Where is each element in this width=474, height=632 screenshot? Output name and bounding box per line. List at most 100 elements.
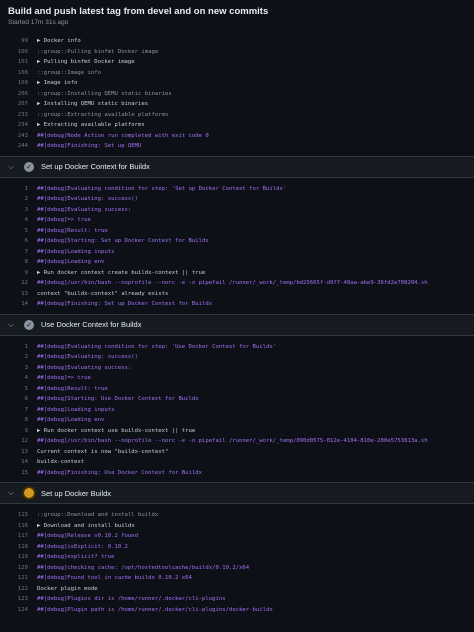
line-number[interactable]: 14 (0, 299, 37, 310)
line-number[interactable]: 108 (0, 68, 37, 79)
line-number[interactable]: 3 (0, 363, 37, 374)
line-number[interactable]: 9 (0, 268, 37, 279)
log-text: buildx-context (37, 459, 85, 465)
line-number[interactable]: 15 (0, 468, 37, 479)
log-line: 14 buildx-context (0, 457, 474, 468)
log-text: ##[debug]Loading env (37, 417, 105, 423)
line-number[interactable]: 120 (0, 563, 37, 574)
log-text[interactable]: ▶ Extracting available platforms (37, 120, 145, 131)
line-number[interactable]: 1 (0, 342, 37, 353)
log-text[interactable]: ▶ Pulling binfmt Docker image (37, 57, 135, 68)
line-number[interactable]: 109 (0, 78, 37, 89)
log-text[interactable]: ▶ Docker info (37, 36, 81, 47)
log-text: ##[debug]isExplicit: 0.10.2 (37, 543, 128, 550)
line-number[interactable]: 7 (0, 247, 37, 258)
log-line: 8 ##[debug]Loading env (0, 257, 474, 268)
log-text: ##[debug]Node Action run completed with … (37, 132, 209, 139)
line-number[interactable]: 9 (0, 426, 37, 437)
line-number[interactable]: 115 (0, 510, 37, 521)
line-number[interactable]: 8 (0, 415, 37, 426)
log-text: Docker plugin mode (37, 585, 98, 592)
line-number[interactable]: 3 (0, 205, 37, 216)
chevron-down-icon[interactable]: ⌵ (8, 162, 18, 172)
line-number[interactable]: 207 (0, 99, 37, 110)
step-header[interactable]: ⌵ Set up Docker Buildx (0, 482, 474, 504)
check-circle-icon: ✓ (24, 319, 34, 330)
line-number[interactable]: 122 (0, 584, 37, 595)
line-number[interactable]: 119 (0, 552, 37, 563)
line-number[interactable]: 2 (0, 352, 37, 363)
log-line: 120 ##[debug]checking cache: /opt/hosted… (0, 563, 474, 574)
line-number[interactable]: 117 (0, 531, 37, 542)
line-number[interactable]: 6 (0, 236, 37, 247)
line-number[interactable]: 5 (0, 226, 37, 237)
line-number[interactable]: 6 (0, 394, 37, 405)
step-title: Use Docker Context for Buildx (41, 320, 142, 329)
log-text: ##[debug]Starting: Set up Docker Context… (37, 238, 209, 244)
log-text: ##[debug]Plugins dir is /home/runner/.do… (37, 596, 226, 602)
log-text: ##[debug]Result: true (37, 227, 108, 234)
line-number[interactable]: 7 (0, 405, 37, 416)
line-number[interactable]: 121 (0, 573, 37, 584)
log-text[interactable]: ▶ Download and install buildx (37, 521, 135, 532)
line-number[interactable]: 123 (0, 594, 37, 605)
line-number[interactable]: 13 (0, 447, 37, 458)
line-number[interactable]: 13 (0, 289, 37, 300)
line-number[interactable]: 8 (0, 257, 37, 268)
step-header[interactable]: ⌵ ✓ Set up Docker Context for Buildx (0, 155, 474, 178)
line-number[interactable]: 234 (0, 120, 37, 131)
log-text: ##[debug]Evaluating condition for step: … (37, 185, 287, 192)
line-number[interactable]: 5 (0, 384, 37, 395)
line-number[interactable]: 12 (0, 436, 37, 447)
step-log: 115::group::Download and install buildx 1… (0, 508, 474, 615)
line-number[interactable]: 100 (0, 47, 37, 58)
line-number[interactable]: 244 (0, 141, 37, 152)
log-line: 116 ▶ Download and install buildx (0, 521, 474, 532)
log-line: 233::group::Extracting available platfor… (0, 110, 474, 121)
step-header[interactable]: ⌵ ✓ Use Docker Context for Buildx (0, 313, 474, 336)
step-title: Set up Docker Context for Buildx (41, 162, 150, 171)
log-text[interactable]: ▶ Image info (37, 78, 77, 89)
log-line: 115::group::Download and install buildx (0, 510, 474, 521)
log-text[interactable]: ▶ Installing QEMU static binaries (37, 99, 148, 110)
log-text: context "buildx-context" already exists (37, 290, 169, 297)
line-number[interactable]: 206 (0, 89, 37, 100)
log-text: ##[debug]Finishing: Set up Docker Contex… (37, 301, 213, 307)
line-number[interactable]: 124 (0, 605, 37, 616)
log-line: 13 Current context is now "buildx-context… (0, 447, 474, 458)
line-number[interactable]: 4 (0, 215, 37, 226)
line-number[interactable]: 99 (0, 36, 37, 47)
log-line: 101 ▶ Pulling binfmt Docker image (0, 57, 474, 68)
line-number[interactable]: 116 (0, 521, 37, 532)
log-line: 15 ##[debug]Finishing: Use Docker Context… (0, 468, 474, 479)
log-line: 4 ##[debug]=> true (0, 373, 474, 384)
run-started-time: Started 17m 31s ago (8, 19, 69, 26)
chevron-down-icon[interactable]: ⌵ (8, 488, 18, 498)
line-number[interactable]: 243 (0, 131, 37, 142)
log-text: ##[debug]Evaluating success: (37, 206, 132, 213)
log-text: ::group::Installing QEMU static binaries (37, 90, 172, 97)
log-text: ##[debug]Starting: Use Docker Context fo… (37, 396, 199, 402)
line-number[interactable]: 233 (0, 110, 37, 121)
log-line: 5 ##[debug]Result: true (0, 384, 474, 395)
step-log-set-up-qemu: 99 ▶ Docker info 100::group::Pulling binfm… (0, 34, 474, 152)
in-progress-icon (24, 488, 34, 498)
log-line: 2 ##[debug]Evaluating: success() (0, 194, 474, 205)
line-number[interactable]: 4 (0, 373, 37, 384)
log-text: ##[debug]Finishing: Set up QEMU (37, 143, 142, 149)
line-number[interactable]: 101 (0, 57, 37, 68)
line-number[interactable]: 118 (0, 542, 37, 553)
run-title: Build and push latest tag from devel and… (8, 6, 269, 17)
log-text[interactable]: ▶ Run docker context create buildx-conte… (37, 268, 205, 279)
line-number[interactable]: 1 (0, 184, 37, 195)
log-line: 99 ▶ Docker info (0, 36, 474, 47)
line-number[interactable]: 12 (0, 278, 37, 289)
line-number[interactable]: 14 (0, 457, 37, 468)
line-number[interactable]: 2 (0, 194, 37, 205)
log-line: 207 ▶ Installing QEMU static binaries (0, 99, 474, 110)
chevron-down-icon[interactable]: ⌵ (8, 320, 18, 330)
log-line: 4 ##[debug]=> true (0, 215, 474, 226)
log-text[interactable]: ▶ Run docker context use buildx-context … (37, 426, 195, 437)
log-line: 122 Docker plugin mode (0, 584, 474, 595)
run-header: Build and push latest tag from devel and… (0, 0, 474, 34)
